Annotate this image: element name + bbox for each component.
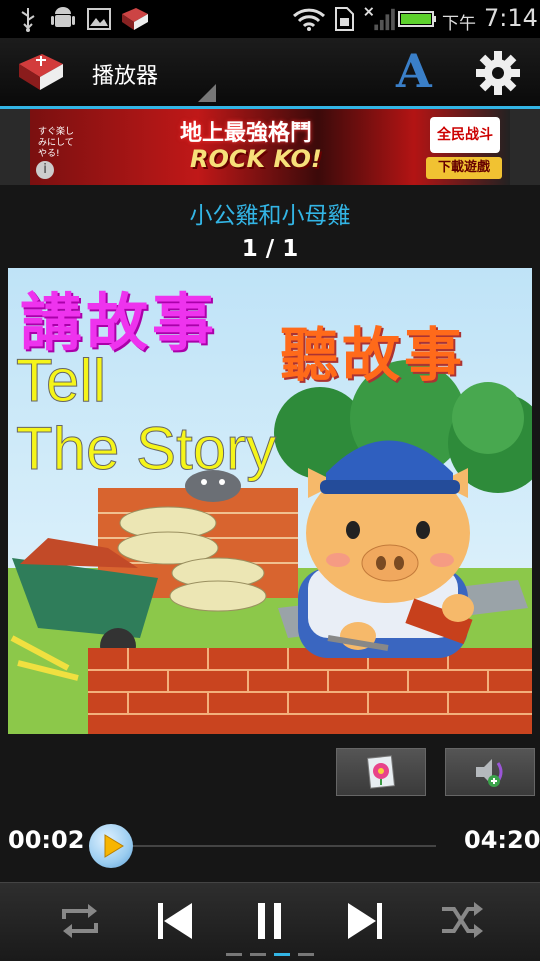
cover-english-line1: Tell	[15, 347, 107, 415]
dropdown-indicator-icon[interactable]	[198, 84, 216, 102]
wifi-icon	[292, 8, 326, 31]
page-indicator: 1 / 1	[241, 236, 299, 262]
android-icon	[51, 7, 75, 27]
page-dot	[250, 953, 266, 956]
gear-icon[interactable]	[470, 48, 526, 98]
ad-tagline: ROCK KO!	[190, 145, 322, 173]
story-title: 小公雞和小母雞	[189, 203, 351, 229]
ad-headline: 地上最強格鬥	[180, 121, 313, 146]
ad-small-text: すぐ楽しみにしてやる!	[38, 127, 75, 159]
skip-next-icon[interactable]	[342, 899, 390, 943]
no-signal-icon	[364, 7, 395, 31]
story-cover-image: 講故事 聽故事 Tell The Story	[8, 268, 532, 734]
ad-info-icon[interactable]: i	[36, 161, 54, 179]
book-app-icon	[122, 8, 148, 30]
battery-icon	[398, 11, 436, 27]
gallery-icon	[87, 8, 111, 30]
font-letter-icon: A	[396, 44, 432, 98]
ad-banner-area: すぐ楽しみにしてやる! 地上最強格鬥 ROCK KO! 全民战斗 下載遊戲 i	[0, 109, 540, 185]
seek-bar[interactable]	[116, 845, 436, 847]
skip-previous-icon[interactable]	[150, 899, 198, 943]
elapsed-time: 00:02	[8, 826, 85, 854]
status-ampm: 下午	[442, 14, 476, 34]
volume-up-icon	[476, 759, 503, 787]
play-icon	[104, 834, 124, 858]
ad-banner[interactable]: すぐ楽しみにしてやる! 地上最強格鬥 ROCK KO! 全民战斗 下載遊戲 i	[30, 109, 510, 185]
seek-thumb[interactable]	[88, 824, 133, 868]
picture-flower-icon	[366, 755, 396, 789]
shuffle-icon[interactable]	[438, 899, 486, 943]
volume-button[interactable]	[445, 748, 535, 796]
status-bar: 下午 7:14	[0, 0, 540, 38]
action-bar: 播放器 A	[0, 38, 540, 106]
page-dot	[226, 953, 242, 956]
usb-icon	[21, 8, 35, 32]
ad-logo: 全民战斗	[430, 117, 500, 153]
page-dot	[298, 953, 314, 956]
page-title[interactable]: 播放器	[92, 58, 158, 90]
app-book-icon[interactable]	[16, 50, 66, 94]
image-view-button[interactable]	[336, 748, 426, 796]
font-size-button[interactable]: A	[392, 44, 436, 100]
sim-icon	[335, 7, 354, 31]
page-dot-active	[274, 953, 290, 956]
cover-english-line2: The Story	[15, 415, 277, 483]
playback-controls	[0, 882, 540, 961]
pause-icon[interactable]	[246, 899, 294, 943]
cover-chinese-title-right: 聽故事	[280, 321, 467, 389]
repeat-icon[interactable]	[56, 899, 104, 943]
status-clock: 7:14	[484, 4, 538, 32]
total-duration: 04:20	[464, 826, 540, 854]
ad-download-button[interactable]: 下載遊戲	[426, 157, 502, 179]
